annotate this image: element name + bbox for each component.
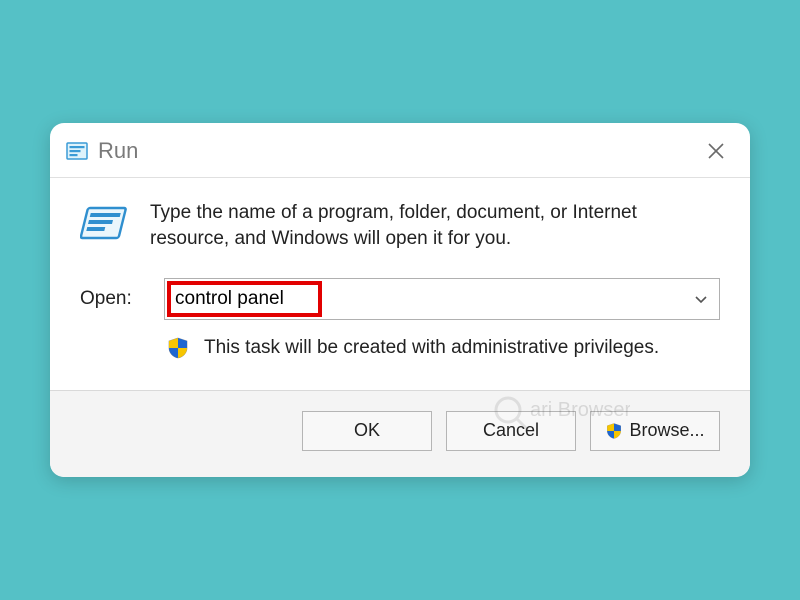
run-icon <box>66 140 88 162</box>
browse-button[interactable]: Browse... <box>590 411 720 451</box>
dialog-title: Run <box>98 138 138 164</box>
run-icon-large <box>80 200 128 248</box>
close-button[interactable] <box>698 133 734 169</box>
admin-privileges-note: This task will be created with administr… <box>80 336 720 360</box>
dialog-description: Type the name of a program, folder, docu… <box>150 200 720 251</box>
button-row: OK Cancel Browse... <box>50 391 750 477</box>
titlebar: Run <box>50 123 750 178</box>
admin-note-text: This task will be created with administr… <box>204 337 659 359</box>
close-icon <box>706 141 726 161</box>
combobox-dropdown-button[interactable] <box>683 279 719 319</box>
run-dialog: Run <box>50 123 750 476</box>
uac-shield-icon-small <box>605 422 623 440</box>
open-combobox[interactable] <box>164 278 720 320</box>
uac-shield-icon <box>166 336 190 360</box>
open-input[interactable] <box>165 279 683 319</box>
open-label: Open: <box>80 288 138 310</box>
browse-label: Browse... <box>629 420 704 441</box>
ok-label: OK <box>354 420 380 441</box>
ok-button[interactable]: OK <box>302 411 432 451</box>
cancel-label: Cancel <box>483 420 539 441</box>
chevron-down-icon <box>693 291 709 307</box>
cancel-button[interactable]: Cancel <box>446 411 576 451</box>
